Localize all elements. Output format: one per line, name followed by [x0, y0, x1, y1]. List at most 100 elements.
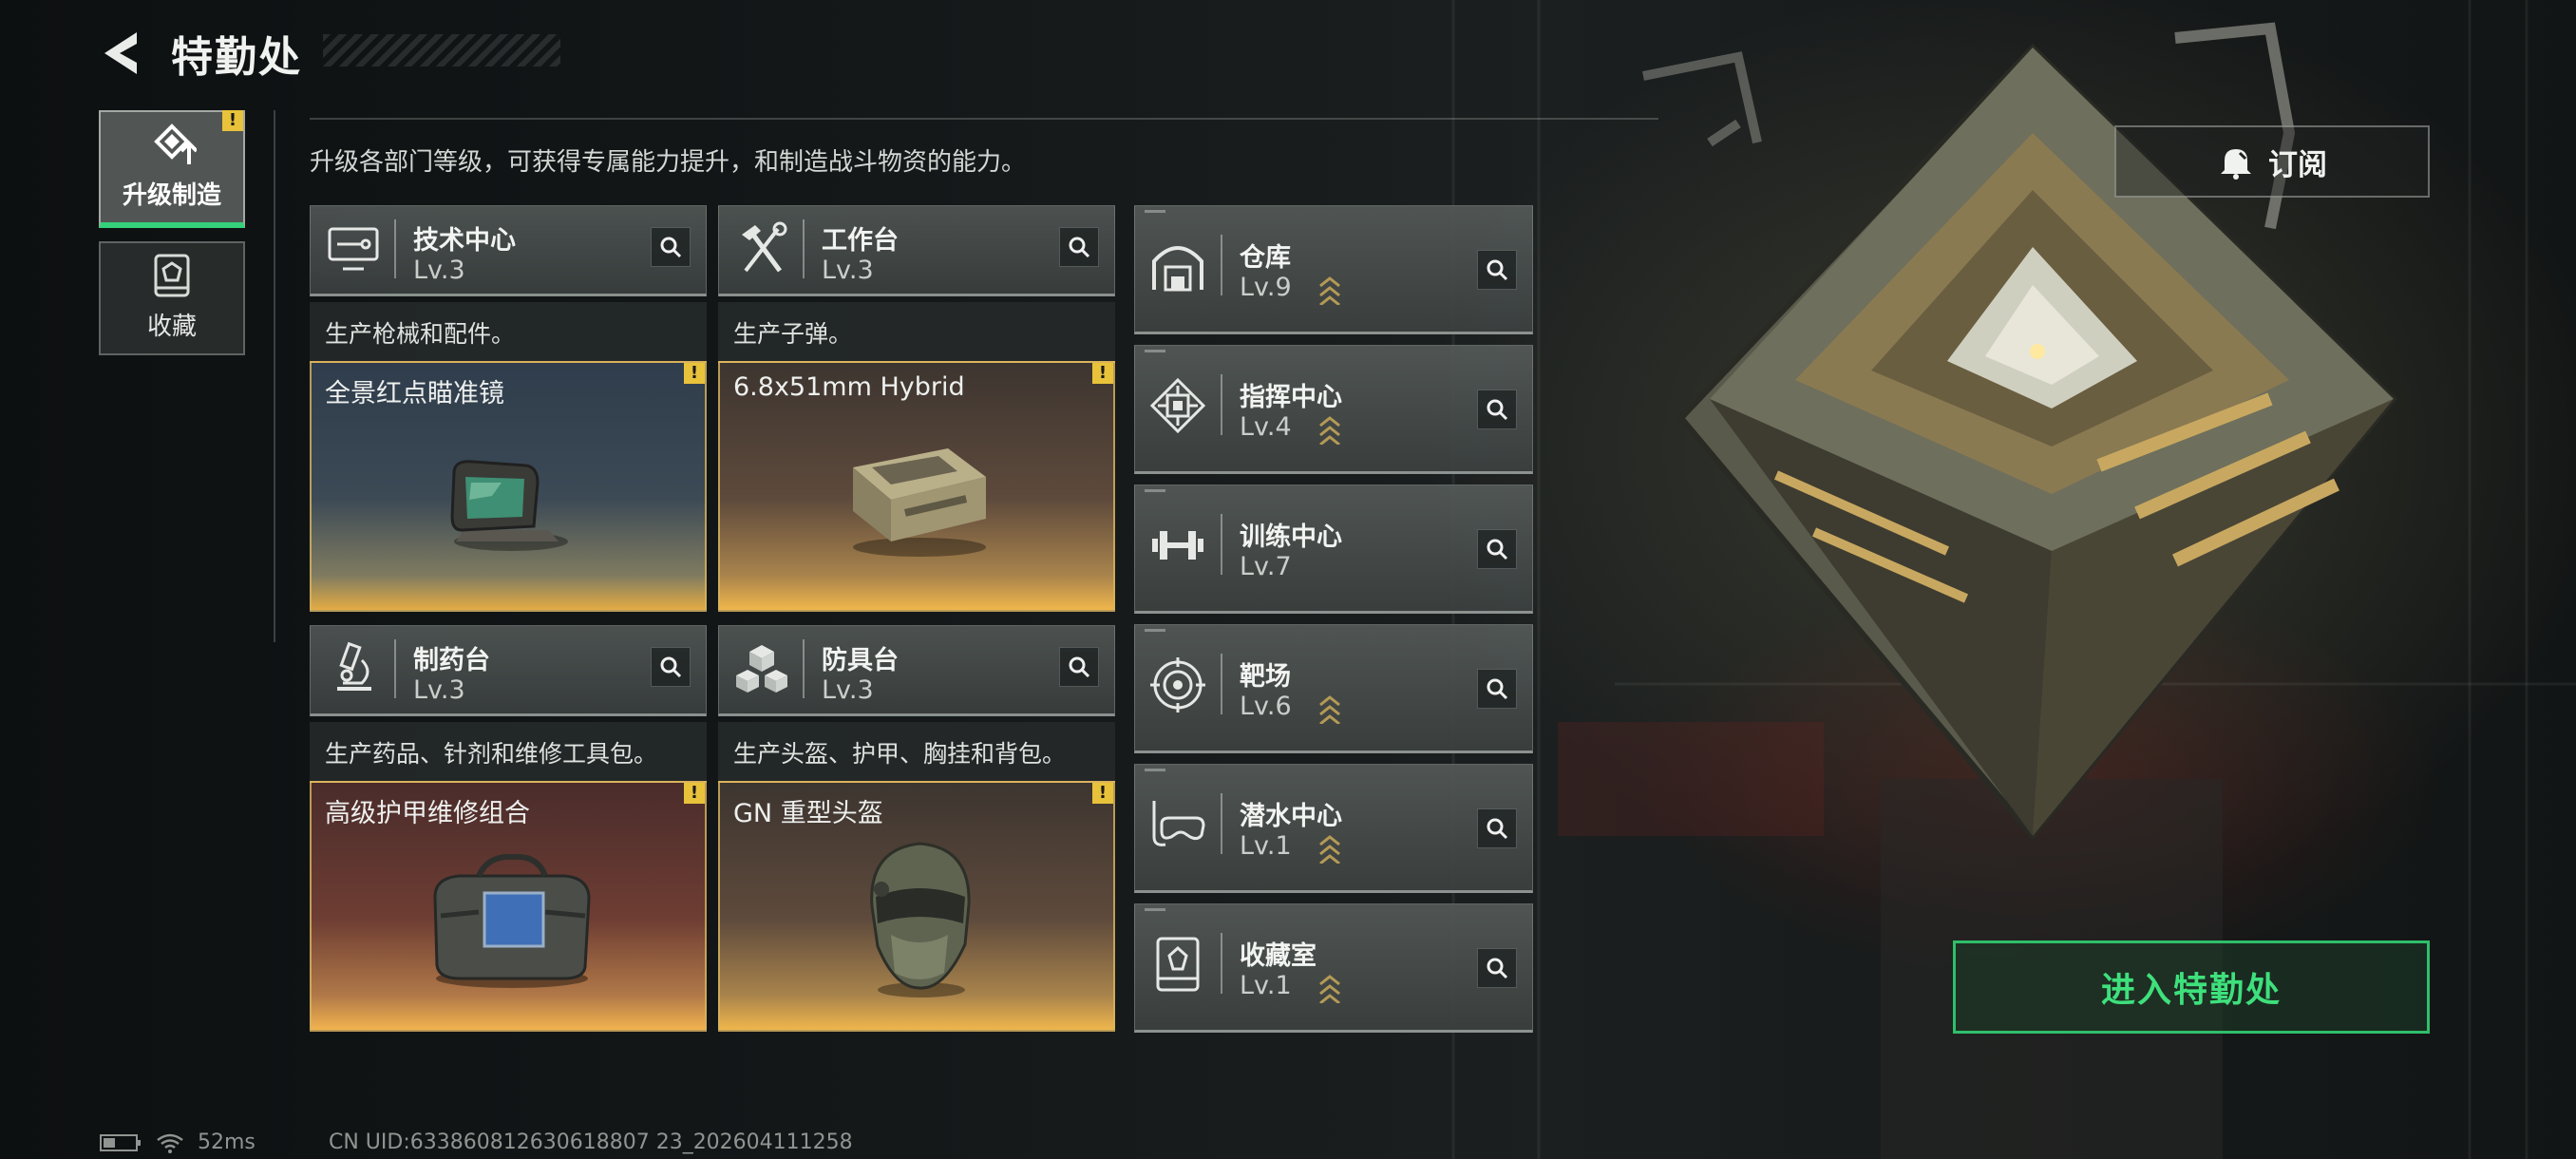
dumbbell-icon	[1152, 531, 1203, 560]
facility-name: 潜水中心	[1240, 802, 1342, 831]
facility-name: 靶场	[1240, 662, 1291, 692]
card-tag	[1145, 489, 1165, 492]
craft-item-slot[interactable]: GN 重型头盔 !	[718, 781, 1115, 1032]
bell-icon	[2221, 149, 2251, 180]
card-tag	[1145, 769, 1165, 771]
facility-level: Lv.4	[1240, 412, 1292, 442]
computer-icon	[328, 227, 379, 271]
dept-produce-text: 生产药品、针剂和维修工具包。	[310, 722, 707, 781]
search-button[interactable]	[1477, 669, 1517, 709]
alert-badge: !	[684, 363, 705, 384]
search-icon	[1487, 958, 1508, 979]
battery-icon	[100, 1133, 141, 1151]
search-icon	[1487, 399, 1508, 421]
hammer-wrench-icon	[742, 221, 787, 273]
craft-item-name: 6.8x51mm Hybrid	[733, 372, 965, 402]
search-icon	[1069, 656, 1090, 678]
craft-item-slot[interactable]: 全景红点瞄准镜 !	[310, 361, 707, 612]
dept-name: 防具台	[822, 646, 899, 675]
search-button[interactable]	[1477, 250, 1517, 290]
search-icon	[1487, 539, 1508, 560]
search-button[interactable]	[1059, 227, 1099, 267]
craft-item-slot[interactable]: 高级护甲维修组合 !	[310, 781, 707, 1032]
dept-card-pharmacy[interactable]: 制药台 Lv.3	[310, 625, 707, 716]
collection-icon	[154, 254, 190, 297]
facility-level: Lv.6	[1240, 692, 1292, 721]
divider	[394, 219, 396, 278]
search-button[interactable]	[1477, 529, 1517, 569]
facility-name: 指挥中心	[1240, 383, 1342, 412]
microscope-icon	[337, 641, 371, 691]
warehouse-icon	[1152, 246, 1203, 292]
craft-item-slot[interactable]: 6.8x51mm Hybrid !	[718, 361, 1115, 612]
helmet-image	[870, 842, 971, 998]
facility-warehouse[interactable]: 仓库 Lv.9	[1134, 205, 1533, 334]
subscribe-button[interactable]: 订阅	[2114, 125, 2430, 198]
upgrade-chevron-icon	[1319, 835, 1340, 864]
dept-card-armor[interactable]: 防具台 Lv.3	[718, 625, 1115, 716]
craft-item-name: 全景红点瞄准镜	[325, 379, 504, 408]
page-title: 特勤处	[171, 33, 302, 82]
enter-special-ops-button[interactable]: 进入特勤处	[1953, 940, 2430, 1034]
tab-collection-label: 收藏	[146, 313, 197, 341]
dept-level: Lv.3	[413, 256, 465, 285]
search-button[interactable]	[1477, 948, 1517, 988]
facility-collection-room[interactable]: 收藏室 Lv.1	[1134, 903, 1533, 1033]
alert-badge: !	[684, 783, 705, 804]
repair-kit-bag-image	[433, 853, 591, 988]
wifi-icon	[157, 1133, 183, 1153]
divider	[394, 639, 396, 698]
upgrade-chevron-icon	[1319, 975, 1340, 1003]
facility-level: Lv.1	[1240, 831, 1292, 861]
search-button[interactable]	[651, 647, 691, 687]
facility-level: Lv.9	[1240, 273, 1292, 302]
target-icon	[1150, 657, 1205, 712]
alert-badge: !	[222, 110, 243, 131]
facility-name: 训练中心	[1240, 522, 1342, 552]
divider	[1221, 235, 1222, 295]
dept-card-workbench[interactable]: 工作台 Lv.3	[718, 205, 1115, 296]
divider	[803, 219, 805, 278]
divider	[1221, 793, 1222, 854]
facility-training-center[interactable]: 训练中心 Lv.7	[1134, 484, 1533, 614]
dept-name: 制药台	[413, 646, 490, 675]
back-arrow-icon[interactable]	[95, 27, 148, 80]
tab-collection[interactable]: 收藏	[99, 241, 245, 355]
search-button[interactable]	[651, 227, 691, 267]
command-chip-icon	[1149, 377, 1206, 434]
page-description: 升级各部门等级，可获得专属能力提升，和制造战斗物资的能力。	[310, 148, 1027, 177]
search-icon	[1069, 237, 1090, 258]
search-icon	[1487, 678, 1508, 700]
search-button[interactable]	[1477, 808, 1517, 848]
search-button[interactable]	[1059, 647, 1099, 687]
diving-mask-icon	[1152, 801, 1205, 846]
dept-produce-text: 生产子弹。	[718, 302, 1115, 361]
upgrade-chevron-icon	[1319, 416, 1340, 445]
dept-name: 工作台	[822, 226, 899, 256]
dept-produce-text: 生产头盔、护甲、胸挂和背包。	[718, 722, 1115, 781]
upgrade-icon	[154, 124, 197, 164]
divider	[1221, 374, 1222, 435]
red-dot-scope-image	[450, 460, 568, 551]
dept-card-tech-center[interactable]: 技术中心 Lv.3	[310, 205, 707, 296]
upgrade-chevron-icon	[1319, 695, 1340, 724]
facility-command-center[interactable]: 指挥中心 Lv.4	[1134, 345, 1533, 474]
card-tag	[1145, 210, 1165, 213]
alert-badge: !	[1092, 363, 1113, 384]
search-icon	[1487, 818, 1508, 840]
facility-shooting-range[interactable]: 靶场 Lv.6	[1134, 624, 1533, 753]
left-divider	[274, 110, 275, 642]
facility-name: 收藏室	[1240, 941, 1316, 971]
search-button[interactable]	[1477, 390, 1517, 429]
upgrade-chevron-icon	[1319, 276, 1340, 305]
dept-name: 技术中心	[413, 226, 516, 256]
facility-level: Lv.1	[1240, 971, 1292, 1000]
dept-level: Lv.3	[822, 256, 874, 285]
facility-diving-center[interactable]: 潜水中心 Lv.1	[1134, 764, 1533, 893]
status-bar: 52ms	[99, 1130, 256, 1154]
card-tag	[1145, 350, 1165, 352]
uid-text: CN UID:633860812630618807 23_20260411125…	[329, 1130, 853, 1154]
top-divider	[310, 118, 1658, 120]
facility-name: 仓库	[1240, 243, 1291, 273]
craft-item-name: 高级护甲维修组合	[325, 799, 530, 828]
